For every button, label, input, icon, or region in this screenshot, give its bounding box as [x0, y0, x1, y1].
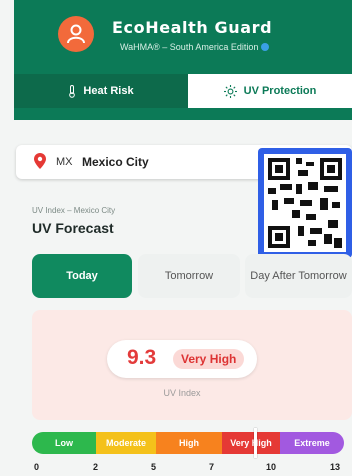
scale-segment-extreme: Extreme: [280, 432, 344, 454]
scale-tick-10: 10: [266, 462, 277, 472]
forecast-title: UV Forecast: [32, 220, 114, 236]
thermometer-icon: [68, 84, 76, 98]
qr-code-overlay: [258, 148, 352, 258]
tab-heat-risk[interactable]: Heat Risk: [14, 74, 188, 108]
scale-segment-high: High: [156, 432, 222, 454]
globe-icon: [261, 43, 270, 51]
country-code: MX: [56, 156, 73, 168]
app-tagline: WaHMA® – South America Edition: [120, 42, 270, 52]
scale-tick-7: 7: [209, 462, 215, 472]
uv-level-badge: Very High: [173, 349, 245, 369]
app-title: EcoHealth Guard: [112, 18, 273, 37]
tagline-text: WaHMA® – South America Edition: [120, 42, 259, 52]
forecast-subtitle: UV Index – Mexico City: [32, 206, 116, 215]
uv-value: 9.3: [127, 346, 157, 369]
uv-reading: 9.3 Very High: [107, 340, 257, 378]
scale-tick-5: 5: [151, 462, 157, 472]
sun-icon: [223, 84, 237, 98]
scale-tick-2: 2: [93, 462, 99, 472]
location-pin-icon: [34, 153, 46, 174]
scale-segment-very-high: Very High: [222, 432, 280, 454]
qr-code-icon: [264, 154, 346, 252]
scale-segment-moderate: Moderate: [96, 432, 156, 454]
scale-segment-low: Low: [32, 432, 96, 454]
tab-uv-protection-label: UV Protection: [243, 85, 317, 97]
day-button-tomorrow[interactable]: Tomorrow: [138, 254, 240, 298]
scale-tick-13: 13: [330, 462, 341, 472]
person-icon: [58, 16, 94, 52]
uv-index-label: UV Index: [163, 388, 201, 398]
uv-scale-marker: [254, 428, 258, 458]
city-name: Mexico City: [82, 155, 149, 169]
uv-scale-bar: Low Moderate High Very High Extreme: [32, 432, 344, 454]
tab-uv-protection[interactable]: UV Protection: [188, 74, 352, 108]
mode-tabs: Heat Risk UV Protection: [14, 74, 352, 108]
scale-tick-0: 0: [34, 462, 40, 472]
day-button-today[interactable]: Today: [32, 254, 132, 298]
tab-heat-risk-label: Heat Risk: [83, 85, 134, 97]
uv-index-card: 9.3 Very High UV Index: [32, 310, 352, 420]
day-button-day-after-tomorrow[interactable]: Day After Tomorrow: [245, 254, 352, 298]
